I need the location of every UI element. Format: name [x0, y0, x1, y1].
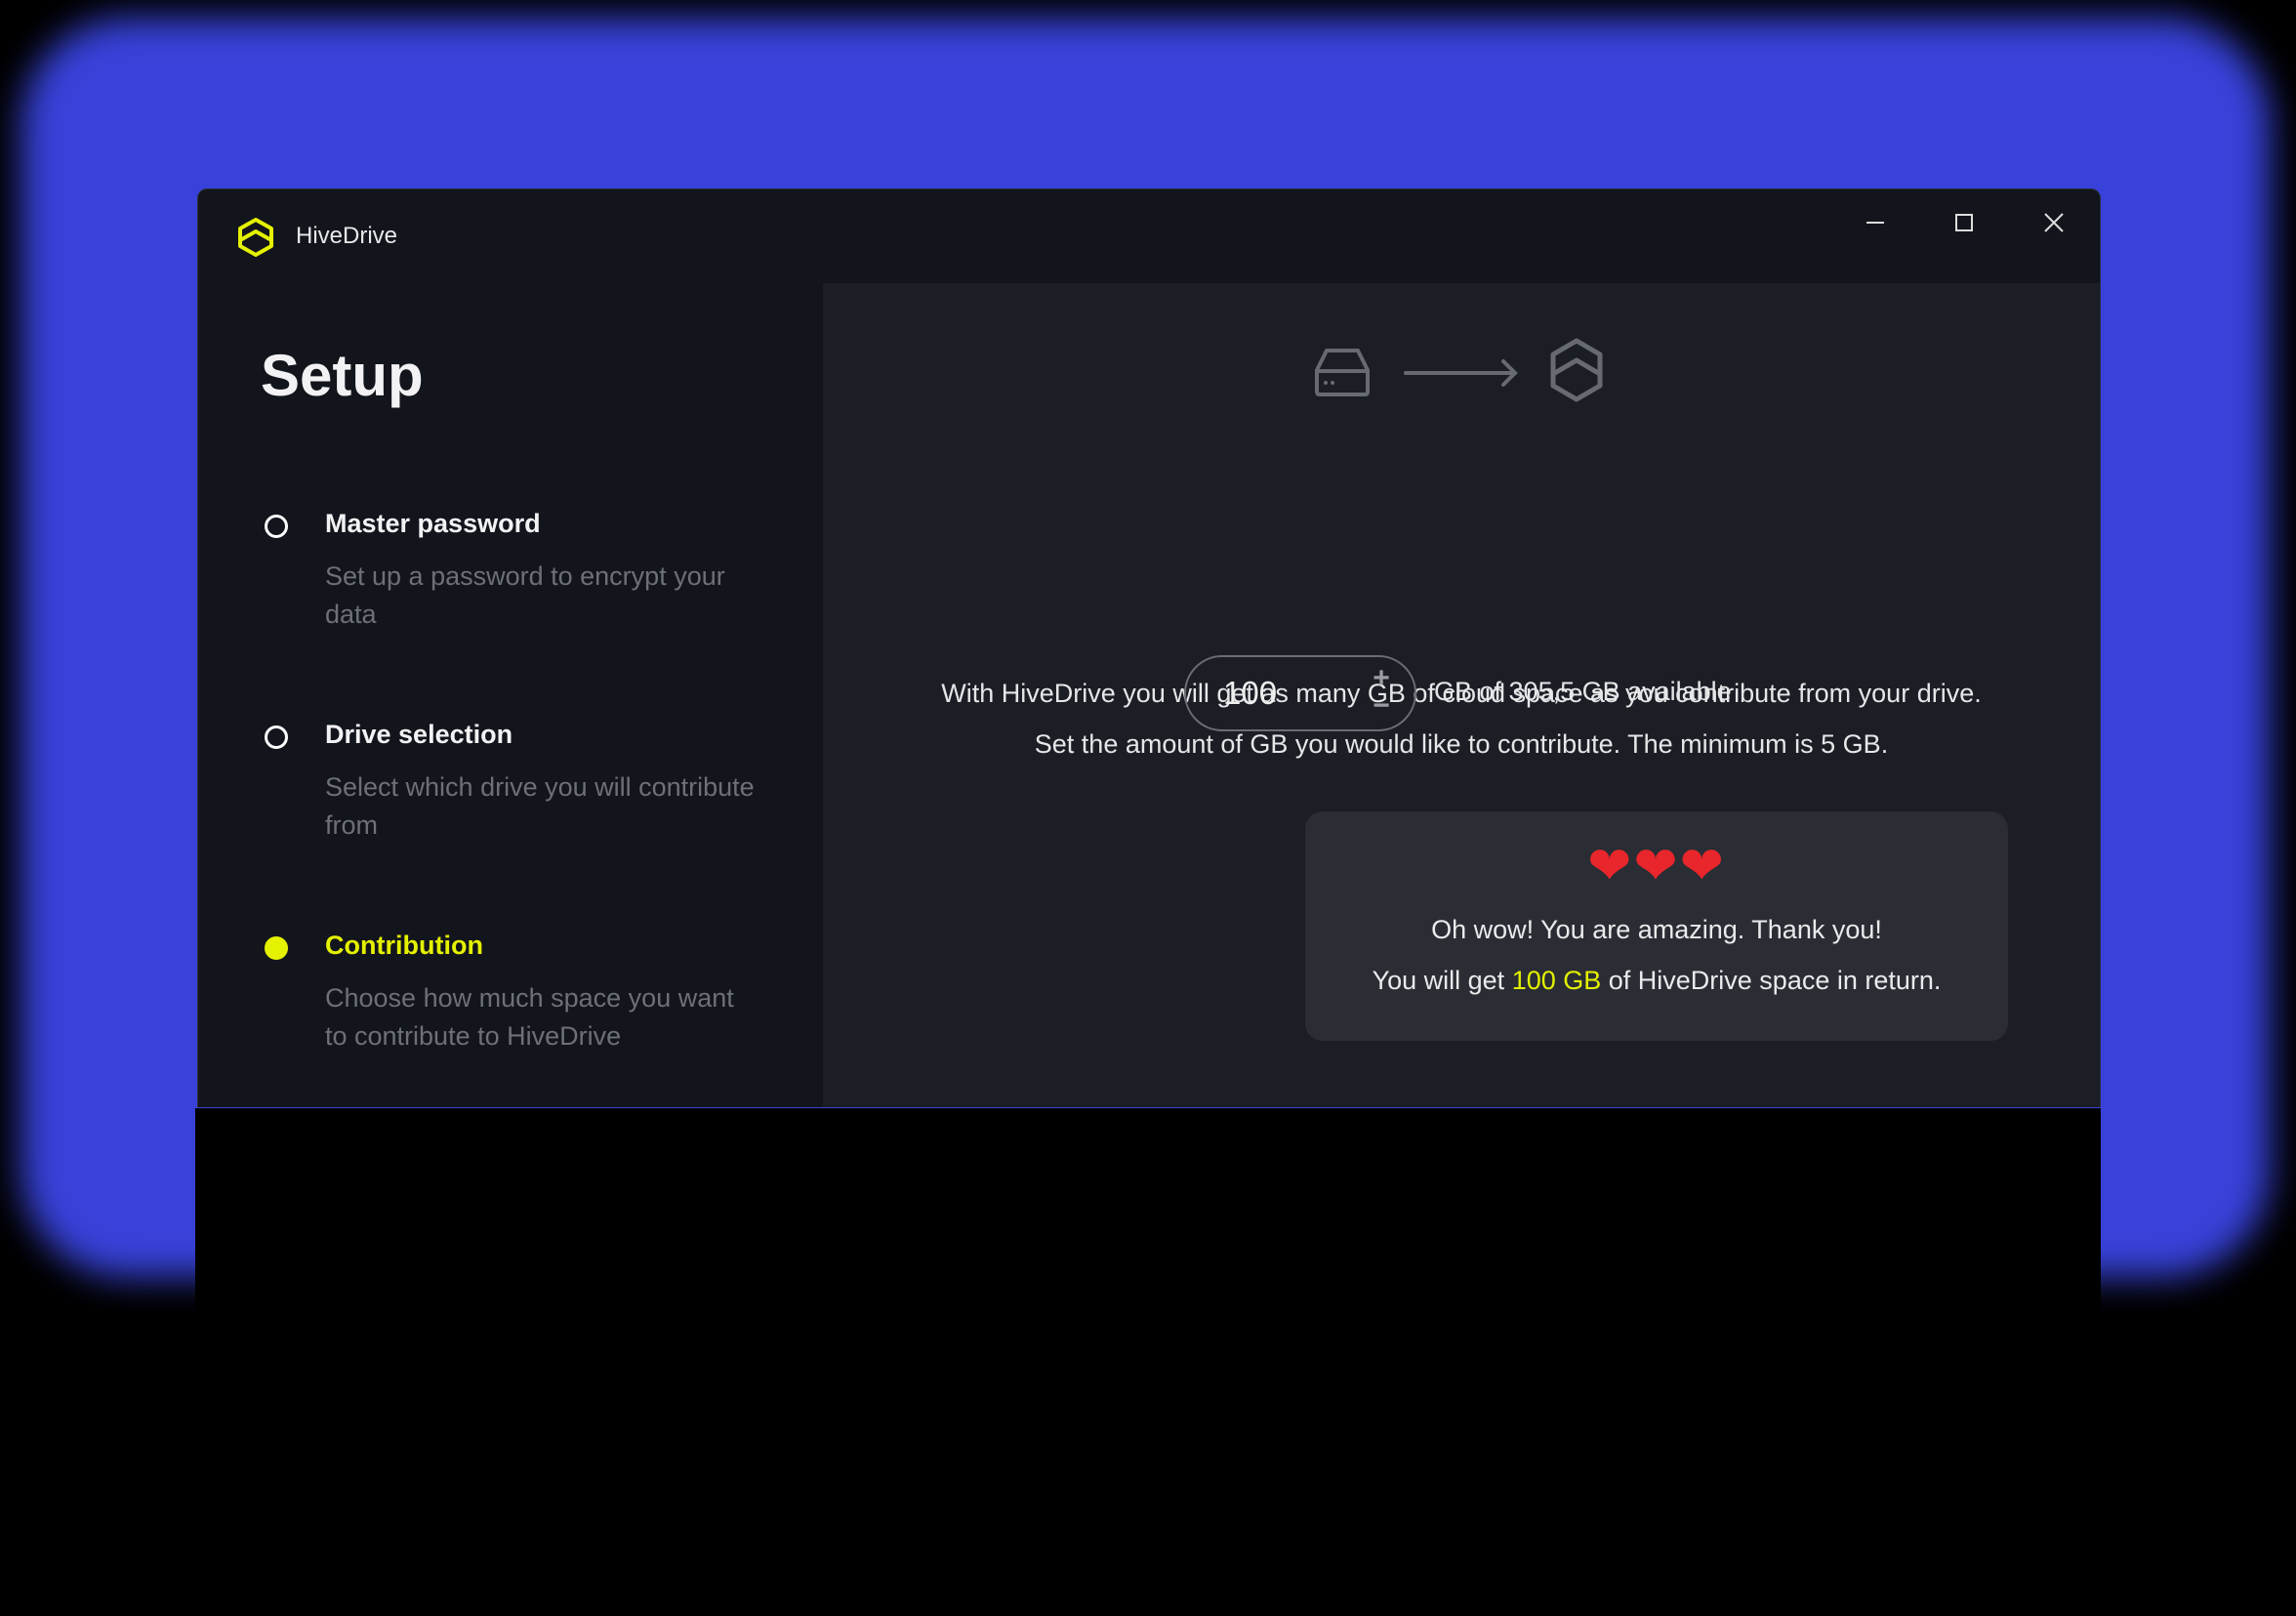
setup-sidebar: Setup Master password Set up a password …: [198, 283, 823, 1107]
step-description: Set up a password to encrypt your data: [325, 561, 725, 629]
return-space-message: You will get 100 GB of HiveDrive space i…: [1305, 966, 2008, 996]
maximize-button[interactable]: [1940, 205, 1988, 240]
intro-text-line-2: Set the amount of GB you would like to c…: [1034, 729, 1889, 759]
hivedrive-logo-icon: [238, 218, 273, 257]
step-title: Contribution: [325, 931, 483, 960]
step-description: Select which drive you will contribute f…: [325, 772, 755, 840]
return-suffix: of HiveDrive space in return.: [1601, 966, 1942, 995]
step-title: Master password: [325, 509, 541, 538]
gb-amount-stepper[interactable]: 100 + −: [1184, 655, 1416, 731]
increment-button[interactable]: +: [1370, 664, 1393, 693]
minimize-icon: [1866, 222, 1884, 224]
hearts-emoji: ❤❤❤: [1587, 837, 1726, 895]
available-space-label: GB of 305,5 GB available: [1434, 677, 1732, 706]
thank-you-message: Oh wow! You are amazing. Thank you!: [1431, 915, 1882, 944]
drive-to-cloud-illustration: [823, 337, 2100, 415]
return-amount: 100 GB: [1511, 966, 1602, 995]
app-window: HiveDrive Setup Master password Set up a…: [197, 188, 2101, 1107]
step-status-icon: [265, 725, 288, 749]
hard-drive-icon: [1315, 349, 1370, 396]
close-button[interactable]: [2030, 205, 2078, 240]
app-title: HiveDrive: [296, 223, 398, 249]
backdrop: [195, 1108, 2101, 1616]
step-active-icon: [265, 936, 288, 960]
return-prefix: You will get: [1372, 966, 1512, 995]
maximize-icon: [1955, 214, 1973, 231]
page-title: Setup: [261, 343, 424, 408]
title-bar: HiveDrive: [198, 189, 2100, 283]
step-description: Choose how much space you want to contri…: [325, 983, 734, 1051]
gb-amount-input[interactable]: 100: [1223, 675, 1277, 712]
contribution-panel: With HiveDrive you will get as many GB o…: [823, 283, 2100, 1107]
thank-you-card: ❤❤❤ Oh wow! You are amazing. Thank you! …: [1305, 811, 2008, 1041]
minimize-button[interactable]: [1851, 205, 1900, 240]
step-title: Drive selection: [325, 720, 513, 749]
close-icon: [2044, 213, 2064, 232]
hivedrive-hex-icon: [1550, 338, 1603, 402]
decrement-button[interactable]: −: [1370, 691, 1393, 721]
arrow-right-icon: [1404, 359, 1518, 387]
step-status-icon: [265, 515, 288, 538]
